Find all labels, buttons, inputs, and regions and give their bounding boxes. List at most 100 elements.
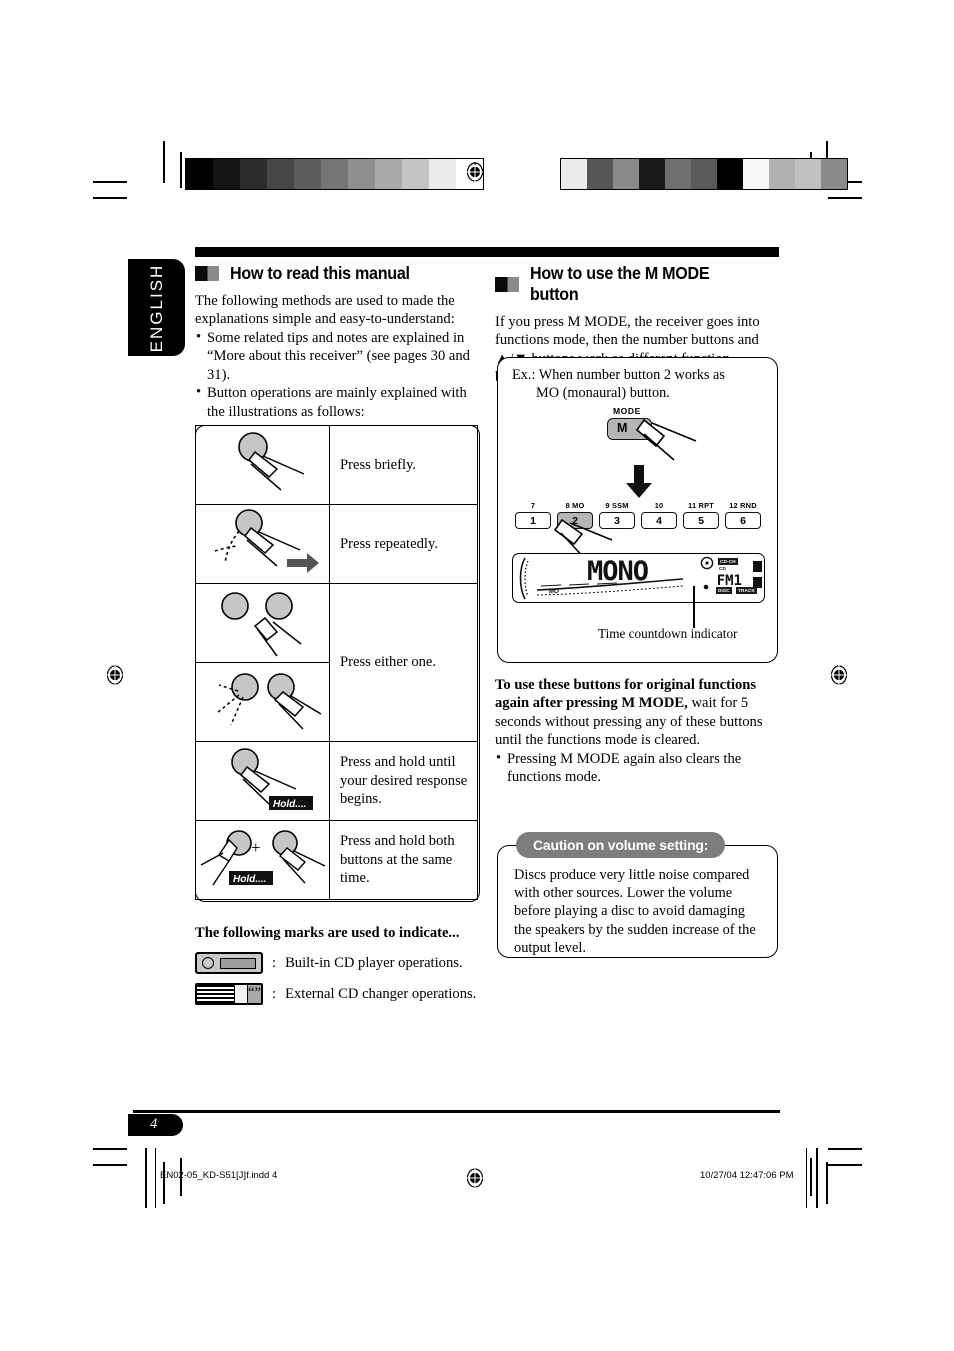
m-mode-button-text: M bbox=[617, 421, 628, 435]
list-item: Some related tips and notes are explaine… bbox=[195, 328, 480, 384]
heading-square-icon bbox=[495, 276, 519, 292]
crop-mark-tl-h2 bbox=[93, 197, 127, 199]
number-button-top-label: 12 RND bbox=[729, 501, 757, 510]
list-item: : External CD changer operations. bbox=[195, 983, 495, 1005]
marks-legend: The following marks are used to indicate… bbox=[195, 925, 495, 1014]
footer-divider-right bbox=[806, 1148, 807, 1208]
section-rule-bar bbox=[195, 247, 779, 257]
crop-mark-inner-br bbox=[810, 1158, 812, 1196]
down-arrow-icon bbox=[625, 465, 653, 504]
table-row: Press briefly. bbox=[195, 425, 478, 505]
calibration-strip-right bbox=[560, 158, 848, 190]
gesture-desc: Press and hold both buttons at the same … bbox=[329, 820, 478, 900]
footer-timestamp: 10/27/04 12:47:06 PM bbox=[700, 1170, 794, 1181]
number-button-top-label: 9 SSM bbox=[605, 501, 629, 510]
left-heading-text: How to read this manual bbox=[230, 263, 410, 283]
crop-mark-bl-h bbox=[93, 1148, 127, 1150]
right-heading-text: How to use the M MODE button bbox=[530, 263, 710, 304]
mode-button-group: MODE M bbox=[594, 406, 714, 461]
number-button-top-label: 7 bbox=[530, 501, 536, 510]
crop-mark-tl-v bbox=[163, 141, 165, 183]
mark-separator: : bbox=[272, 954, 277, 971]
number-buttons-row: 7 1 8 MO 2 9 SSM 3 10 4 11 RPT 5 12 RND … bbox=[515, 501, 763, 529]
registration-mark-top bbox=[465, 162, 485, 182]
footer-divider-right2 bbox=[816, 1148, 818, 1208]
heading-square-icon bbox=[195, 266, 219, 281]
number-button-4[interactable]: 10 4 bbox=[641, 501, 677, 529]
gesture-desc: Press briefly. bbox=[329, 425, 478, 505]
crop-mark-br-h2 bbox=[828, 1164, 862, 1166]
crop-mark-br-v bbox=[826, 1162, 828, 1204]
svg-text:Hold....: Hold.... bbox=[273, 799, 306, 810]
caption-line-2: MO (monaural) button. bbox=[536, 385, 670, 401]
table-row: Press either one. bbox=[195, 583, 478, 742]
caption-line-1: Ex.: When number button 2 works as bbox=[512, 367, 725, 383]
registration-mark-bottom bbox=[465, 1168, 485, 1188]
footer-file-name: EN02-05_KD-S51[J]f.indd 4 bbox=[160, 1170, 278, 1181]
footer-divider-left2 bbox=[155, 1148, 156, 1208]
left-heading: How to read this manual bbox=[195, 263, 480, 284]
left-intro-text: The following methods are used to made t… bbox=[195, 293, 455, 328]
number-button-key: 4 bbox=[641, 512, 677, 529]
gesture-icon-press-and-hold-both: + Hold.... bbox=[195, 820, 330, 900]
gesture-desc: Press either one. bbox=[329, 583, 478, 742]
gesture-desc: Press repeatedly. bbox=[329, 504, 478, 584]
callout-time-countdown-indicator: Time countdown indicator bbox=[598, 626, 738, 641]
page-number: 4 bbox=[150, 1116, 158, 1132]
gesture-table: Press briefly. Press repeatedly. Press e… bbox=[195, 425, 478, 900]
number-button-top-label: 10 bbox=[654, 501, 664, 510]
registration-mark-right bbox=[829, 665, 849, 685]
mark-separator: : bbox=[272, 985, 277, 1002]
caution-title-badge: Caution on volume setting: bbox=[516, 832, 726, 858]
display-mo-indicator: MO bbox=[549, 589, 559, 595]
svg-text:Hold....: Hold.... bbox=[233, 874, 266, 885]
cd-icon bbox=[700, 556, 714, 570]
number-button-key: 1 bbox=[515, 512, 551, 529]
page-number-badge: 4 bbox=[128, 1114, 183, 1136]
illustration-caption: Ex.: When number button 2 works as MO (m… bbox=[512, 366, 767, 402]
number-button-key: 6 bbox=[725, 512, 761, 529]
list-item: Pressing M MODE again also clears the fu… bbox=[495, 749, 785, 787]
crop-mark-bl-h2 bbox=[93, 1164, 127, 1166]
built-in-cd-player-icon bbox=[195, 952, 263, 974]
left-column: How to read this manual The following me… bbox=[195, 263, 480, 421]
external-cd-changer-icon bbox=[195, 983, 263, 1005]
gesture-icon-press-either-one-b bbox=[195, 662, 330, 742]
mark-desc: External CD changer operations. bbox=[285, 985, 477, 1002]
gesture-icon-press-either-one-a bbox=[195, 583, 330, 663]
table-row: Hold.... Press and hold until your desir… bbox=[195, 741, 478, 821]
svg-text:+: + bbox=[251, 838, 261, 857]
crop-mark-inner-tl bbox=[180, 152, 182, 188]
language-tab-label: ENGLISH bbox=[146, 263, 166, 352]
language-tab-english: ENGLISH bbox=[128, 259, 185, 356]
display-tag-cd-ch: CD-CH bbox=[718, 558, 738, 565]
list-item: : Built-in CD player operations. bbox=[195, 952, 495, 974]
note-bullet-list: Pressing M MODE again also clears the fu… bbox=[495, 749, 785, 787]
caution-box: Discs produce very little noise compared… bbox=[497, 845, 778, 958]
mark-desc: Built-in CD player operations. bbox=[285, 954, 463, 971]
number-button-top-label: 11 RPT bbox=[688, 501, 714, 510]
marks-heading: The following marks are used to indicate… bbox=[195, 925, 460, 941]
gesture-desc: Press and hold until your desired respon… bbox=[329, 741, 478, 821]
crop-mark-bl-v bbox=[163, 1162, 165, 1204]
number-button-key: 5 bbox=[683, 512, 719, 529]
number-button-5[interactable]: 11 RPT 5 bbox=[683, 501, 719, 529]
crop-mark-tl-h bbox=[93, 181, 127, 183]
crop-mark-tr-h2 bbox=[828, 197, 862, 199]
display-tag-disc: DISC bbox=[716, 587, 732, 594]
right-heading: How to use the M MODE button bbox=[495, 263, 780, 305]
gesture-icon-press-and-hold: Hold.... bbox=[195, 741, 330, 821]
left-bullet-list: Some related tips and notes are explaine… bbox=[195, 328, 480, 421]
display-tag-cd: CD bbox=[717, 565, 729, 572]
crop-mark-br-h bbox=[828, 1148, 862, 1150]
page-footer-rule bbox=[133, 1110, 780, 1113]
table-row: Press repeatedly. bbox=[195, 504, 478, 584]
pointing-hand-icon bbox=[636, 418, 697, 461]
calibration-strip-left bbox=[185, 158, 484, 190]
footer-divider-left bbox=[145, 1148, 147, 1208]
number-button-1[interactable]: 7 1 bbox=[515, 501, 551, 529]
caution-body-text: Discs produce very little noise compared… bbox=[514, 867, 756, 956]
number-button-top-label: 8 MO bbox=[565, 501, 585, 510]
registration-mark-left bbox=[105, 665, 125, 685]
number-button-6[interactable]: 12 RND 6 bbox=[725, 501, 761, 529]
